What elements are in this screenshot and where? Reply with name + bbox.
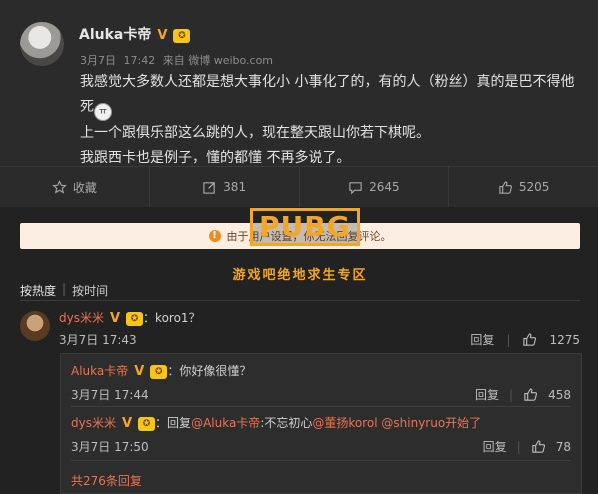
alert-icon: ! (208, 230, 221, 242)
reply-line: Aluka卡帝 V ✪ ：你好像很懂？ (71, 362, 571, 379)
thumbs-up-icon[interactable] (523, 387, 538, 402)
like-count: 5205 (518, 180, 550, 194)
comment-time: 17:43 (102, 333, 137, 347)
divider (71, 460, 571, 461)
reply-line: dys米米 V ✪ ：回复@Aluka卡帝:不忘初心@董扬korol @shinyru… (71, 414, 571, 431)
favorite-label: 收藏 (72, 180, 97, 195)
post-author[interactable]: Aluka卡帝 V ✪ (79, 24, 191, 44)
comment-icon (349, 181, 362, 194)
comment-like-count: 1275 (549, 332, 580, 347)
verified-icon: V (134, 364, 145, 379)
post-source: 来自 微博 weibo.com (162, 54, 274, 67)
sort-by-hot[interactable]: 按热度 (20, 282, 56, 299)
verified-icon: V (109, 311, 121, 326)
action-separator: | (506, 332, 511, 347)
divider (20, 300, 580, 301)
comment-sort: 按热度 | 按时间 (20, 282, 108, 299)
game-badge-icon: ✪ (138, 417, 156, 431)
comment-text: ：koro1？ (143, 311, 201, 325)
post-line-2: 死 (80, 99, 94, 115)
repost-button[interactable]: 381 (150, 167, 300, 207)
reply-date: 3月7日 (71, 388, 111, 402)
reply-button[interactable]: 回复 (483, 438, 507, 455)
like-button[interactable]: 5205 (449, 167, 598, 207)
game-badge-icon: ✪ (173, 29, 191, 43)
divider (71, 406, 571, 407)
action-separator: | (516, 439, 521, 454)
post-body: 我感觉大多数人还都是想大事化小 小事化了的，有的人（粉丝）真的是巴不得他 死ㅠ … (80, 70, 585, 171)
post-action-bar: 收藏 381 2645 5205 (0, 166, 598, 207)
verified-icon: V (121, 416, 133, 431)
reply-button[interactable]: 回复 (470, 331, 494, 348)
reply-like-count: 78 (555, 439, 571, 454)
reply-time: 17:44 (114, 388, 149, 402)
repost-count: 381 (223, 180, 247, 194)
mention-link[interactable]: @shinyruo开始了 (381, 416, 481, 430)
repost-icon (203, 181, 215, 194)
reply-thread: Aluka卡帝 V ✪ ：你好像很懂？ 3月7日 17:44 回复 | 458 dys… (60, 353, 582, 494)
watermark-caption: 游戏吧绝地求生专区 (232, 268, 368, 283)
reply-item: Aluka卡帝 V ✪ ：你好像很懂？ 3月7日 17:44 回复 | 458 (71, 362, 571, 402)
post-line-1: 我感觉大多数人还都是想大事化小 小事化了的，有的人（粉丝）真的是巴不得他 (80, 74, 575, 90)
reply-time: 17:50 (114, 440, 149, 454)
post-meta: 3月7日 17:42 来自 微博 weibo.com (80, 52, 277, 68)
watermark: PUBG 游戏吧绝地求生专区 (232, 208, 366, 283)
post-line-3: 上一个跟俱乐部这么跳的人，现在整天跟山你若下棋呢。 (80, 125, 430, 141)
comment-meta: 3月7日 17:43 (59, 331, 137, 348)
more-replies-link[interactable]: 共276条回复 (71, 472, 142, 489)
reply-middle: :不忘初心 (260, 416, 313, 430)
comment-date: 3月7日 (59, 333, 99, 347)
sort-separator: | (62, 282, 67, 296)
reply-user[interactable]: dys米米 (71, 416, 116, 430)
emoji-icon: ㅠ (94, 103, 112, 121)
game-badge-icon: ✪ (150, 365, 168, 379)
reply-meta: 3月7日 17:44 (71, 386, 149, 403)
reply-like-count: 458 (548, 387, 571, 402)
reply-actions: 回复 | 78 (483, 438, 571, 455)
reply-button[interactable]: 回复 (475, 386, 499, 403)
mention-link[interactable]: @董扬korol (312, 416, 377, 430)
weibo-post: Aluka卡帝 V ✪ 3月7日 17:42 来自 微博 weibo.com 我感觉… (0, 0, 598, 166)
sort-by-time[interactable]: 按时间 (72, 282, 108, 299)
comment-count: 2645 (369, 180, 400, 194)
star-icon (52, 179, 67, 194)
thumbs-up-icon (499, 180, 512, 194)
comment-line: dys米米 V ✪ ：koro1？ (59, 309, 201, 326)
reply-text: ：你好像很懂？ (167, 364, 252, 378)
commenter-name[interactable]: dys米米 (59, 311, 104, 325)
reply-meta: 3月7日 17:50 (71, 438, 149, 455)
mention-link[interactable]: @Aluka卡帝 (191, 416, 260, 430)
reply-item: dys米米 V ✪ ：回复@Aluka卡帝:不忘初心@董扬korol @shinyru… (71, 414, 571, 454)
comment-actions: 回复 | 1275 (470, 331, 580, 348)
commenter-avatar[interactable] (20, 311, 50, 341)
reply-actions: 回复 | 458 (475, 386, 571, 403)
author-name[interactable]: Aluka卡帝 (79, 27, 151, 43)
author-avatar[interactable] (20, 22, 64, 66)
favorite-button[interactable]: 收藏 (0, 167, 150, 207)
reply-user[interactable]: Aluka卡帝 (71, 364, 128, 378)
pubg-logo: PUBG (250, 208, 360, 246)
thumbs-up-icon[interactable] (522, 332, 537, 347)
reply-date: 3月7日 (71, 440, 111, 454)
post-time: 17:42 (123, 54, 156, 67)
comment-button[interactable]: 2645 (300, 167, 450, 207)
reply-prefix: ：回复 (155, 416, 192, 430)
thumbs-up-icon[interactable] (531, 439, 546, 454)
game-badge-icon: ✪ (126, 312, 144, 326)
action-separator: | (509, 387, 514, 402)
post-date: 3月7日 (80, 54, 116, 67)
verified-icon: V (157, 28, 168, 43)
